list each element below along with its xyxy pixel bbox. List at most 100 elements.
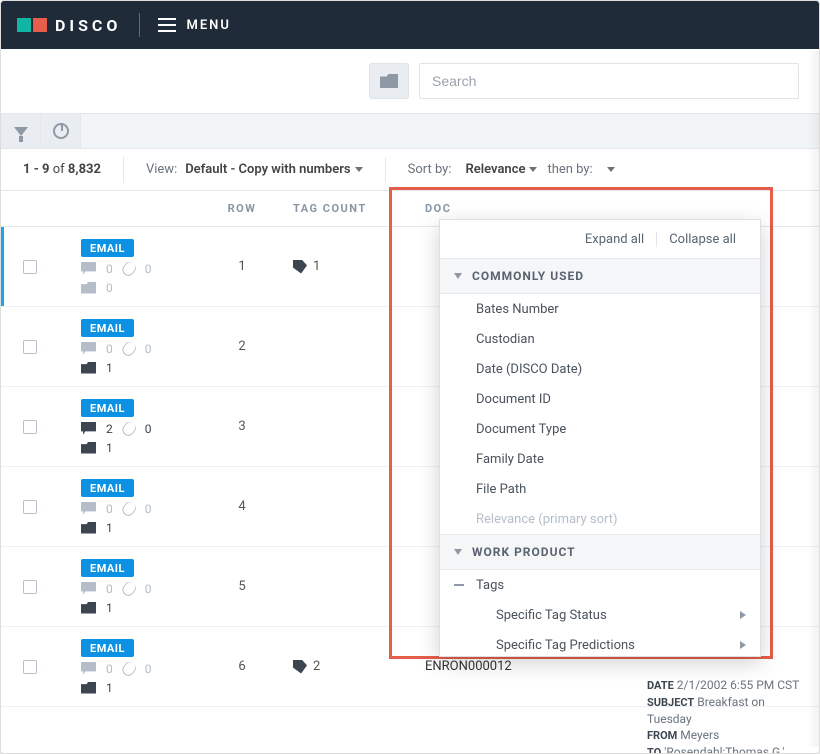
comment-icon [81, 502, 96, 515]
dd-subitem[interactable]: Specific Tag Predictions [440, 630, 760, 656]
attachment-icon [120, 579, 138, 597]
dd-section-common[interactable]: COMMONLY USED [440, 258, 760, 294]
type-badge: EMAIL [81, 319, 134, 337]
folder-icon [81, 522, 96, 534]
row-checkbox[interactable] [23, 260, 37, 274]
search-input[interactable] [419, 63, 799, 99]
attachment-icon [120, 499, 138, 517]
dd-item[interactable]: Bates Number [440, 294, 760, 324]
row-checkbox[interactable] [23, 340, 37, 354]
sort-secondary-selector[interactable] [607, 167, 615, 172]
search-row [1, 49, 819, 113]
folder-icon [81, 362, 96, 374]
dd-group-tags[interactable]: Tags [440, 570, 760, 600]
caret-down-icon [529, 167, 537, 172]
dd-item[interactable]: Family Date [440, 444, 760, 474]
tag-icon [293, 260, 307, 274]
type-badge: EMAIL [81, 479, 134, 497]
folder-button[interactable] [369, 63, 409, 99]
folder-icon [81, 282, 96, 294]
brand-text: DISCO [55, 16, 121, 35]
sort-primary-selector[interactable]: Relevance [465, 162, 537, 177]
view-label: View: [146, 162, 177, 177]
attachment-icon [120, 419, 138, 437]
chevron-down-icon [454, 273, 462, 279]
dd-item[interactable]: Date (DISCO Date) [440, 354, 760, 384]
app-frame: DISCO MENU 1 - 9 of 8,832 View: Default … [0, 0, 820, 754]
top-nav: DISCO MENU [1, 1, 819, 49]
comment-icon [81, 582, 96, 595]
row-number: 3 [199, 419, 285, 434]
dd-subitem[interactable]: Specific Tag Status [440, 600, 760, 630]
row-number: 4 [199, 499, 285, 514]
attachment-icon [120, 259, 138, 277]
preview-peek: DATE 2/1/2002 6:55 PM CST SUBJECT Breakf… [647, 677, 807, 754]
divider [123, 157, 124, 183]
type-badge: EMAIL [81, 239, 134, 257]
row-checkbox[interactable] [23, 500, 37, 514]
folder-icon [81, 602, 96, 614]
funnel-icon [14, 127, 28, 136]
row-number: 2 [199, 339, 285, 354]
folder-icon [81, 682, 96, 694]
filter-button[interactable] [1, 114, 41, 148]
logo-dot-orange [33, 18, 47, 32]
comment-icon [81, 342, 96, 355]
caret-down-icon [607, 167, 615, 172]
menu-label: MENU [186, 18, 230, 33]
row-checkbox[interactable] [23, 420, 37, 434]
selection-bar [1, 227, 4, 306]
caret-down-icon [355, 167, 363, 172]
row-checkbox[interactable] [23, 660, 37, 674]
then-by-label: then by: [547, 162, 592, 177]
collapse-all-link[interactable]: Collapse all [656, 232, 748, 247]
row-number: 1 [199, 259, 285, 274]
chevron-down-icon [454, 549, 462, 555]
chart-button[interactable] [41, 114, 81, 148]
row-checkbox[interactable] [23, 580, 37, 594]
doc-id: ENRON000012 [403, 659, 583, 674]
col-doc: DOC [403, 202, 583, 215]
sort-group: Sort by: Relevance then by: [408, 162, 615, 177]
menu-button[interactable]: MENU [158, 18, 230, 33]
tag-icon [293, 660, 307, 674]
folder-icon [81, 442, 96, 454]
divider [139, 13, 140, 37]
sort-label: Sort by: [408, 162, 452, 177]
brand-logo [17, 18, 47, 32]
controls-row: 1 - 9 of 8,832 View: Default - Copy with… [1, 149, 819, 191]
dd-item[interactable]: File Path [440, 474, 760, 504]
hamburger-icon [158, 18, 176, 32]
sort-dropdown: Expand all Collapse all COMMONLY USED Ba… [439, 219, 761, 657]
type-badge: EMAIL [81, 639, 134, 657]
dd-body[interactable]: COMMONLY USED Bates NumberCustodianDate … [440, 258, 760, 656]
view-selector[interactable]: Default - Copy with numbers [185, 162, 362, 177]
tag-count-cell: 2 [285, 659, 403, 674]
type-badge: EMAIL [81, 399, 134, 417]
filter-bar [1, 113, 819, 149]
attachment-icon [120, 339, 138, 357]
dd-toolbar: Expand all Collapse all [440, 220, 760, 258]
divider [385, 157, 386, 183]
type-badge: EMAIL [81, 559, 134, 577]
col-tagcount: TAG COUNT [285, 202, 403, 215]
col-row: ROW [199, 202, 285, 215]
logo-dot-teal [17, 18, 31, 32]
dd-section-work[interactable]: WORK PRODUCT [440, 534, 760, 570]
dd-item[interactable]: Document Type [440, 414, 760, 444]
dd-item[interactable]: Document ID [440, 384, 760, 414]
comment-icon [81, 262, 96, 275]
dd-item-disabled: Relevance (primary sort) [440, 504, 760, 534]
dd-item[interactable]: Custodian [440, 324, 760, 354]
row-number: 6 [199, 659, 285, 674]
pager: 1 - 9 of 8,832 [23, 162, 101, 177]
folder-icon [380, 74, 398, 88]
comment-icon [81, 422, 96, 435]
tag-count-cell: 1 [285, 259, 403, 274]
expand-all-link[interactable]: Expand all [573, 232, 656, 247]
minus-icon [454, 584, 464, 586]
chevron-right-icon [740, 611, 746, 619]
comment-icon [81, 662, 96, 675]
chevron-right-icon [740, 641, 746, 649]
pie-icon [53, 123, 69, 139]
